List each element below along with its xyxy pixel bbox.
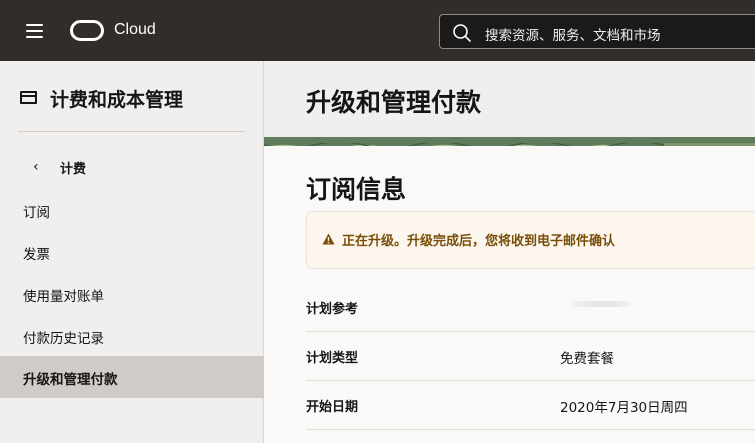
page-title: 升级和管理付款 bbox=[306, 88, 482, 117]
row-label: 计划参考 bbox=[306, 302, 359, 317]
sidebar-back-link[interactable]: ‹ 计费 bbox=[0, 151, 264, 181]
sidebar-item-upgrade-manage-payment[interactable]: 升级和管理付款 bbox=[0, 356, 264, 398]
brand-name[interactable]: Cloud bbox=[114, 21, 156, 39]
row-value: 免费套餐 bbox=[560, 351, 614, 367]
redacted-value bbox=[570, 301, 632, 307]
sidebar-item-label: 发票 bbox=[23, 247, 50, 263]
main-content: 订阅信息 正在升级。升级完成后，您将收到电子邮件确认 计划参考 计划类型 免费套… bbox=[264, 146, 755, 443]
sidebar-back-label: 计费 bbox=[60, 162, 87, 177]
sidebar-item-payment-history[interactable]: 付款历史记录 bbox=[0, 315, 264, 357]
billing-card-icon bbox=[20, 91, 37, 104]
top-bar: Cloud 搜索资源、服务、文档和市场 bbox=[0, 0, 755, 61]
sidebar-item-subscriptions[interactable]: 订阅 bbox=[0, 189, 264, 231]
oracle-logo-icon[interactable] bbox=[70, 20, 104, 41]
sidebar-divider bbox=[18, 131, 245, 132]
sidebar-item-invoices[interactable]: 发票 bbox=[0, 231, 264, 273]
warning-icon bbox=[322, 233, 335, 245]
search-placeholder: 搜索资源、服务、文档和市场 bbox=[485, 28, 661, 44]
plan-type-row: 计划类型 免费套餐 bbox=[306, 332, 755, 381]
hamburger-menu-icon[interactable] bbox=[26, 24, 43, 38]
plan-reference-row: 计划参考 bbox=[306, 283, 755, 332]
sidebar: 计费和成本管理 ‹ 计费 订阅 发票 使用量对账单 付款历史记录 升级和管理付款 bbox=[0, 61, 264, 443]
page-header: 升级和管理付款 bbox=[264, 61, 755, 137]
start-date-row: 开始日期 2020年7月30日周四 bbox=[306, 381, 755, 430]
search-input[interactable]: 搜索资源、服务、文档和市场 bbox=[439, 14, 755, 49]
alert-message: 正在升级。升级完成后，您将收到电子邮件确认 bbox=[342, 234, 616, 249]
row-label: 开始日期 bbox=[306, 400, 359, 415]
sidebar-title: 计费和成本管理 bbox=[50, 89, 184, 111]
sidebar-item-label: 升级和管理付款 bbox=[23, 372, 118, 388]
sidebar-item-usage-statements[interactable]: 使用量对账单 bbox=[0, 273, 264, 315]
row-value: 2020年7月30日周四 bbox=[560, 400, 688, 416]
sidebar-item-label: 订阅 bbox=[23, 205, 50, 221]
sidebar-item-label: 使用量对账单 bbox=[23, 289, 104, 305]
search-icon bbox=[453, 24, 471, 42]
section-title: 订阅信息 bbox=[306, 175, 407, 204]
upgrade-alert: 正在升级。升级完成后，您将收到电子邮件确认 bbox=[306, 211, 755, 269]
chevron-left-icon: ‹ bbox=[33, 159, 39, 175]
decorative-banner bbox=[264, 137, 755, 146]
row-label: 计划类型 bbox=[306, 351, 359, 366]
sidebar-item-label: 付款历史记录 bbox=[23, 331, 104, 347]
